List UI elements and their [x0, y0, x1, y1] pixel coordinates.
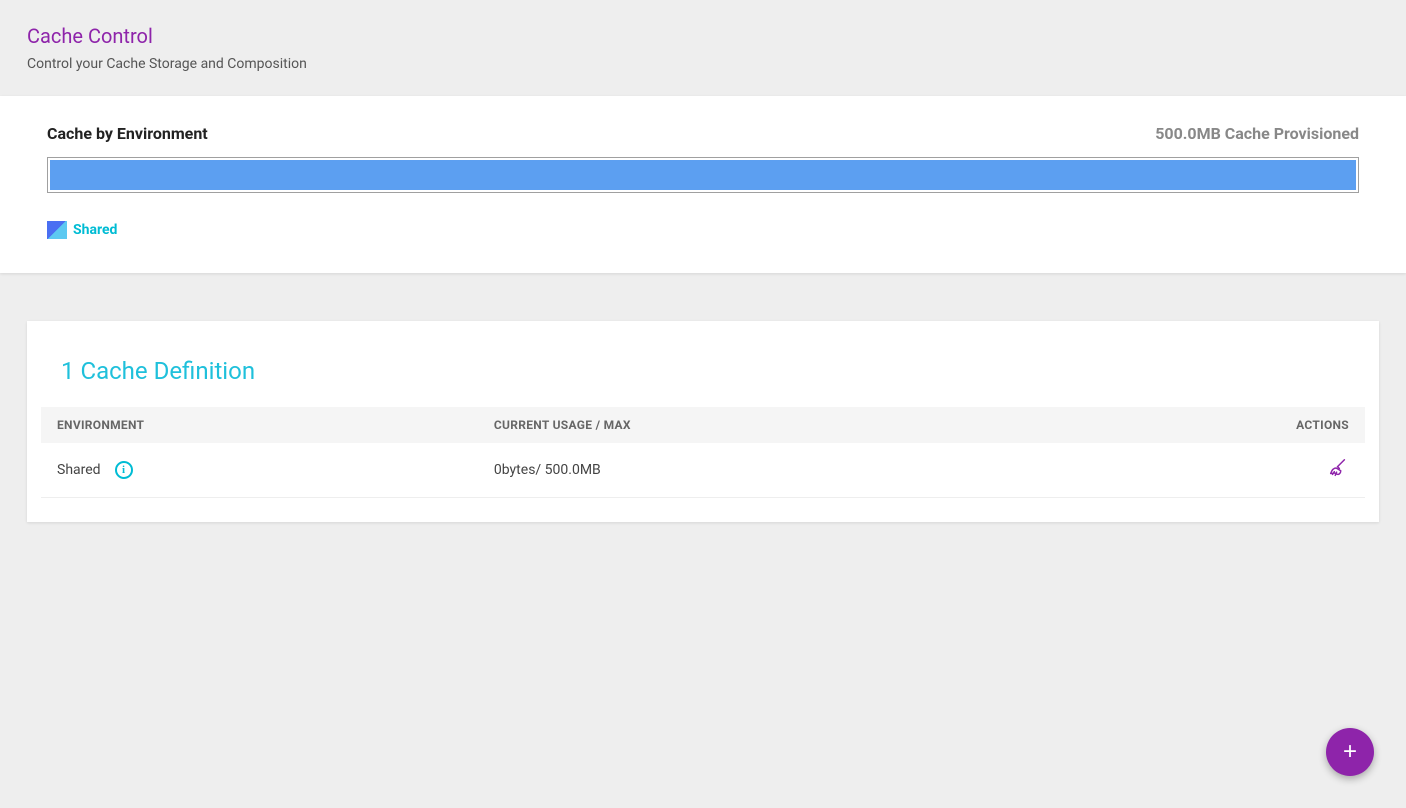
clear-cache-icon[interactable]: [1327, 457, 1349, 483]
page-subtitle: Control your Cache Storage and Compositi…: [27, 56, 1379, 72]
legend-swatch-shared: [47, 221, 67, 239]
usage-bar-container: [47, 157, 1359, 193]
cache-definitions-card: 1 Cache Definition ENVIRONMENT CURRENT U…: [27, 321, 1379, 522]
table-row: Shared i 0bytes/ 500.0MB: [41, 443, 1365, 498]
usage-value: 0bytes/ 500.0MB: [478, 443, 1206, 498]
add-cache-button[interactable]: +: [1326, 728, 1374, 776]
column-header-usage: CURRENT USAGE / MAX: [478, 407, 1206, 443]
legend-label-shared: Shared: [73, 222, 117, 238]
legend: Shared: [47, 221, 1359, 239]
info-icon[interactable]: i: [115, 461, 133, 479]
overview-top-row: Cache by Environment 500.0MB Cache Provi…: [47, 124, 1359, 143]
overview-section-title: Cache by Environment: [47, 124, 208, 143]
plus-icon: +: [1343, 738, 1357, 766]
column-header-actions: ACTIONS: [1206, 407, 1365, 443]
definitions-title: 1 Cache Definition: [41, 357, 1365, 385]
usage-bar-shared: [50, 160, 1356, 190]
column-header-environment: ENVIRONMENT: [41, 407, 478, 443]
cache-overview-card: Cache by Environment 500.0MB Cache Provi…: [0, 96, 1406, 273]
page-header: Cache Control Control your Cache Storage…: [0, 0, 1406, 96]
provisioned-label: 500.0MB Cache Provisioned: [1155, 124, 1359, 143]
definitions-table: ENVIRONMENT CURRENT USAGE / MAX ACTIONS …: [41, 407, 1365, 498]
environment-name: Shared: [57, 462, 101, 478]
page-title: Cache Control: [27, 24, 1379, 48]
